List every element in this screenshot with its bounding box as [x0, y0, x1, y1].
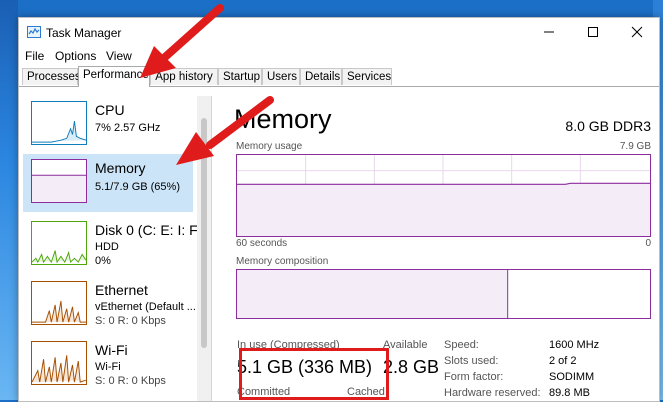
disk-thumbnail-graph [31, 221, 87, 265]
performance-tab-arrow [140, 4, 224, 78]
form-factor-key: Form factor: [444, 371, 504, 383]
cpu-thumbnail-graph [31, 101, 87, 145]
maximize-button[interactable] [571, 18, 615, 46]
slots-used-key: Slots used: [444, 355, 499, 367]
menu-file[interactable]: File [25, 49, 44, 63]
disk-title: Disk 0 (C: E: I: F: [95, 222, 202, 238]
minimize-icon [544, 31, 554, 33]
memory-composition-bar [236, 269, 651, 319]
wifi-thumbnail-graph [31, 341, 87, 385]
slots-used-value: 2 of 2 [549, 355, 577, 367]
minimize-button[interactable] [527, 18, 571, 46]
available-label: Available [383, 339, 428, 351]
menu-bar: File Options View [19, 46, 659, 66]
memory-usage: 5.1/7.9 GB (65%) [95, 181, 180, 193]
tab-processes[interactable]: Processes [22, 68, 81, 85]
memory-item-arrow [176, 96, 274, 165]
memory-usage-max: 7.9 GB [619, 141, 651, 152]
wifi-title: Wi-Fi [95, 342, 128, 358]
memory-composition-label: Memory composition [236, 256, 329, 267]
sidebar-item-memory[interactable]: Memory 5.1/7.9 GB (65%) [23, 154, 193, 212]
memory-thumbnail-graph [31, 159, 87, 203]
title-bar[interactable]: Task Manager [19, 18, 659, 46]
window-title: Task Manager [46, 26, 122, 40]
cpu-usage: 7% 2.57 GHz [95, 122, 161, 134]
desktop-background-left [0, 0, 18, 400]
time-axis-end: 0 [645, 238, 651, 249]
ethernet-thumbnail-graph [31, 281, 87, 325]
cpu-title: CPU [95, 102, 125, 118]
task-manager-icon [27, 26, 41, 38]
maximize-icon [588, 27, 598, 37]
memory-usage-graph [236, 154, 651, 237]
wifi-throughput: S: 0 R: 0 Kbps [95, 375, 166, 387]
tab-users[interactable]: Users [262, 68, 300, 85]
time-axis-label: 60 seconds [236, 238, 288, 249]
wifi-adapter: Wi-Fi [95, 361, 121, 373]
disk-usage: 0% [95, 255, 111, 267]
speed-value: 1600 MHz [549, 339, 600, 351]
memory-title: Memory [95, 160, 146, 176]
available-value: 2.8 GB [383, 357, 440, 377]
speed-key: Speed: [444, 339, 479, 351]
sidebar-item-ethernet[interactable]: Ethernet vEthernet (Default ... S: 0 R: … [23, 276, 196, 334]
memory-spec: 8.0 GB DDR3 [565, 118, 651, 134]
tab-bar: Processes Performance App history Startu… [19, 66, 659, 87]
hardware-reserved-value: 89.8 MB [549, 387, 590, 399]
ethernet-throughput: S: 0 R: 0 Kbps [95, 315, 166, 327]
sidebar-item-disk[interactable]: Disk 0 (C: E: I: F: HDD 0% [23, 216, 202, 274]
form-factor-value: SODIMM [549, 371, 595, 383]
hardware-reserved-key: Hardware reserved: [444, 387, 541, 399]
ethernet-adapter: vEthernet (Default ... [95, 301, 196, 313]
close-icon [631, 26, 643, 38]
tab-details[interactable]: Details [300, 68, 342, 85]
tab-services[interactable]: Services [342, 68, 392, 85]
task-manager-window: Task Manager File Options View Processes… [18, 17, 660, 402]
sidebar-item-wifi[interactable]: Wi-Fi Wi-Fi S: 0 R: 0 Kbps [23, 336, 193, 394]
ethernet-title: Ethernet [95, 282, 148, 298]
sidebar-item-cpu[interactable]: CPU 7% 2.57 GHz [23, 96, 193, 154]
close-button[interactable] [615, 18, 659, 46]
menu-options[interactable]: Options [55, 49, 96, 63]
disk-type: HDD [95, 241, 119, 253]
in-use-highlight-box [239, 348, 389, 400]
